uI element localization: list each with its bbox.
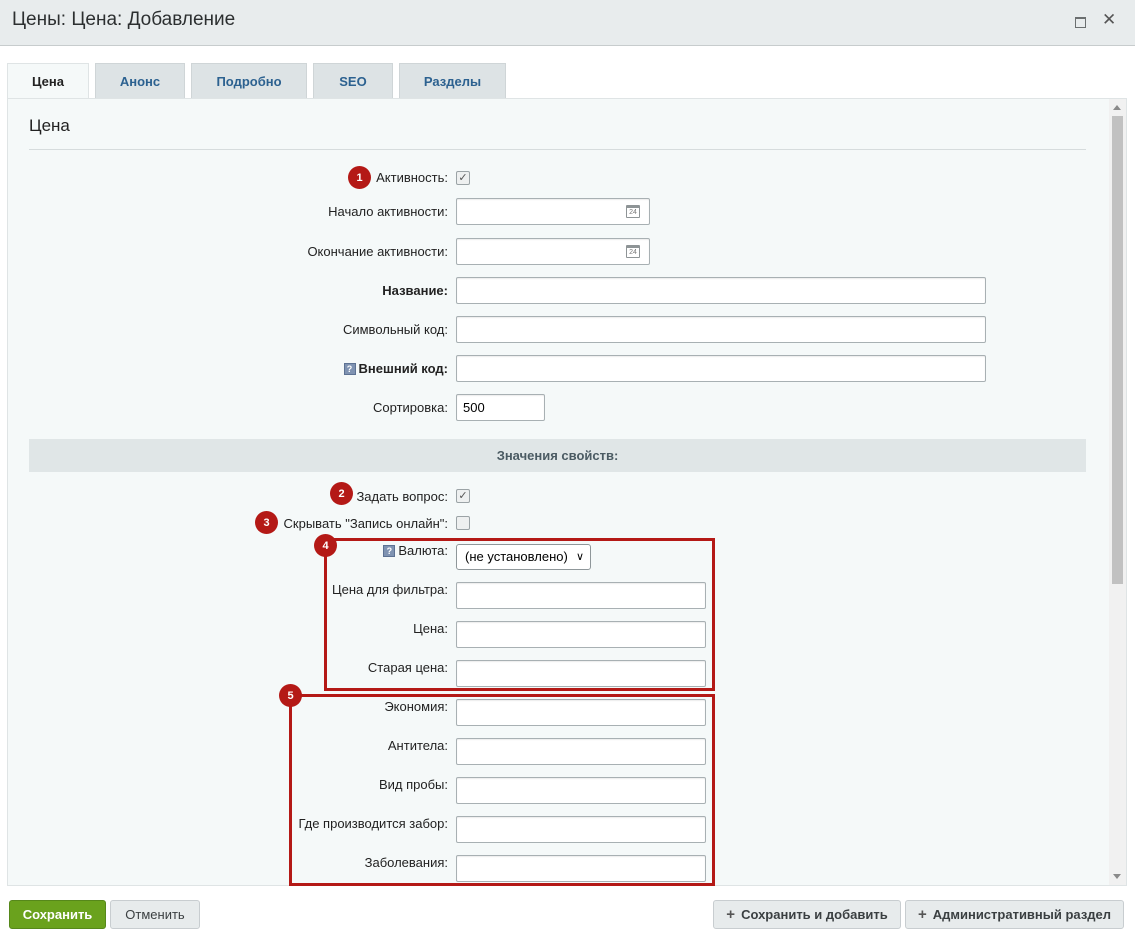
close-icon[interactable]: ✕	[1102, 11, 1116, 28]
scroll-up-arrow-icon[interactable]	[1113, 105, 1121, 110]
calendar-icon[interactable]: 24	[626, 245, 640, 258]
cancel-button[interactable]: Отменить	[110, 900, 200, 929]
old-price-label: Старая цена:	[367, 660, 448, 675]
properties-header: Значения свойств:	[29, 439, 1086, 472]
diseases-label: Заболевания:	[364, 855, 448, 870]
window-titlebar: Цены: Цена: Добавление ✕	[0, 0, 1135, 46]
currency-label: Валюта:	[398, 543, 448, 558]
filter-price-label: Цена для фильтра:	[331, 582, 448, 597]
currency-label-row: ? Валюта:	[383, 543, 448, 558]
savings-input[interactable]	[456, 699, 706, 726]
collection-place-input[interactable]	[456, 816, 706, 843]
tab-seo[interactable]: SEO	[313, 63, 393, 98]
antibodies-input[interactable]	[456, 738, 706, 765]
annotation-marker-5: 5	[279, 684, 302, 707]
window-title: Цены: Цена: Добавление	[12, 9, 236, 30]
vertical-scrollbar[interactable]	[1109, 99, 1126, 885]
plus-icon: +	[726, 906, 736, 923]
hide-booking-checkbox[interactable]	[456, 516, 470, 530]
active-to-input[interactable]: 24	[456, 238, 650, 265]
active-from-label: Начало активности:	[328, 204, 448, 219]
annotation-marker-3: 3	[255, 511, 278, 534]
calendar-icon[interactable]: 24	[626, 205, 640, 218]
annotation-marker-2: 2	[330, 482, 353, 505]
currency-select[interactable]: (не установлено) ∨	[456, 544, 591, 570]
old-price-input[interactable]	[456, 660, 706, 687]
plus-icon: +	[917, 906, 927, 923]
ask-question-checkbox[interactable]: ✓	[456, 489, 470, 503]
filter-price-input[interactable]	[456, 582, 706, 609]
external-code-label: Внешний код:	[358, 361, 448, 376]
sort-input[interactable]: 500	[456, 394, 545, 421]
currency-selected: (не установлено)	[465, 549, 568, 564]
save-and-add-label: Сохранить и добавить	[741, 907, 888, 922]
active-to-label: Окончание активности:	[307, 244, 448, 259]
savings-label: Экономия:	[384, 699, 448, 714]
tab-details[interactable]: Подробно	[191, 63, 307, 98]
save-button[interactable]: Сохранить	[9, 900, 106, 929]
scroll-down-arrow-icon[interactable]	[1113, 874, 1121, 879]
price-input[interactable]	[456, 621, 706, 648]
diseases-input[interactable]	[456, 855, 706, 882]
sort-label: Сортировка:	[373, 400, 448, 415]
sample-type-input[interactable]	[456, 777, 706, 804]
price-label: Цена:	[413, 621, 448, 636]
name-input[interactable]	[456, 277, 986, 304]
section-title: Цена	[29, 116, 70, 135]
active-label: Активность:	[376, 170, 448, 185]
annotation-marker-1: 1	[348, 166, 371, 189]
help-icon[interactable]: ?	[343, 363, 356, 375]
external-code-label-row: ? Внешний код:	[343, 361, 448, 376]
external-code-input[interactable]	[456, 355, 986, 382]
sample-type-label: Вид пробы:	[378, 777, 448, 792]
section-divider	[29, 149, 1086, 150]
name-label: Название:	[382, 283, 448, 298]
active-checkbox[interactable]: ✓	[456, 171, 470, 185]
save-and-add-button[interactable]: + Сохранить и добавить	[713, 900, 901, 929]
tab-price[interactable]: Цена	[7, 63, 89, 99]
antibodies-label: Антитела:	[387, 738, 448, 753]
code-label: Символьный код:	[342, 322, 448, 337]
ask-question-label: Задать вопрос:	[356, 489, 448, 504]
code-input[interactable]	[456, 316, 986, 343]
collection-place-label: Где производится забор:	[298, 816, 448, 831]
active-from-input[interactable]: 24	[456, 198, 650, 225]
tab-announce[interactable]: Анонс	[95, 63, 185, 98]
scroll-thumb[interactable]	[1112, 116, 1123, 584]
admin-section-label: Административный раздел	[932, 907, 1112, 922]
tab-sections[interactable]: Разделы	[399, 63, 506, 98]
annotation-marker-4: 4	[314, 534, 337, 557]
admin-section-button[interactable]: + Административный раздел	[905, 900, 1124, 929]
hide-booking-label: Скрывать "Запись онлайн":	[283, 516, 448, 531]
maximize-icon[interactable]	[1075, 17, 1086, 28]
chevron-down-icon: ∨	[575, 551, 584, 563]
help-icon[interactable]: ?	[383, 545, 396, 557]
